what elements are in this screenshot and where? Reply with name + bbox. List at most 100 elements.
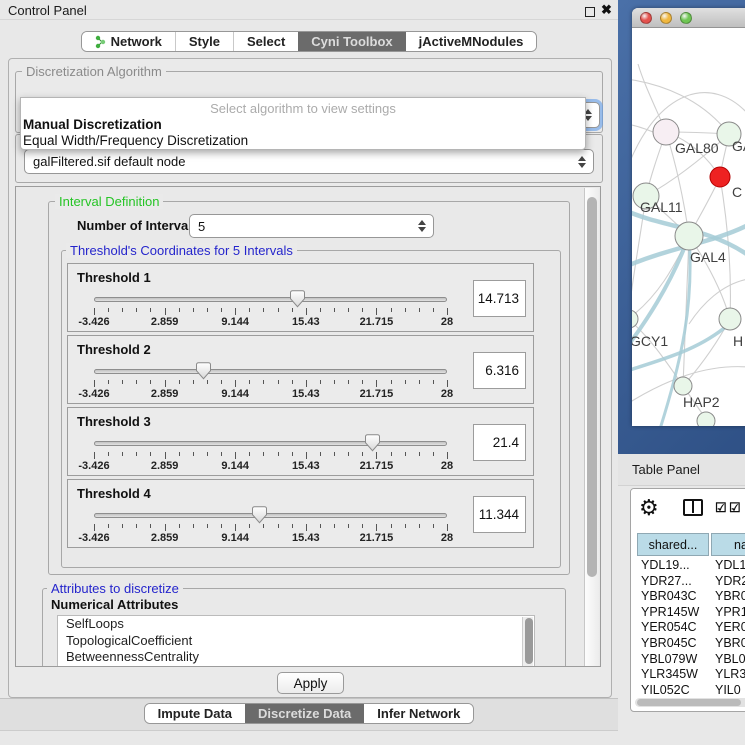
node-table: ⚙ ☑ ☑ shared... na YDL19...YDL1YDR27...Y… [630,488,745,712]
table-row[interactable]: YDR27...YDR2 [631,574,745,590]
slider-thumb[interactable] [290,290,305,308]
table-data-combo[interactable]: galFiltered.sif default node [24,149,594,174]
table-cell: YLR345W [641,667,713,683]
network-node[interactable] [675,222,703,250]
threshold-value-field[interactable]: 14.713 [473,280,526,317]
attributes-scrollbar[interactable] [522,617,533,667]
attribute-item[interactable]: TopologicalCoefficient [58,633,534,650]
table-row[interactable]: YDL19...YDL1 [631,558,745,574]
slider-tick [263,452,264,456]
network-edge[interactable] [720,177,730,319]
node-label: C [732,184,742,200]
number-of-intervals-label: Number of Intervals [77,218,199,233]
attribute-item[interactable]: SelfLoops [58,616,534,633]
table-cell: YPR145W [641,605,713,621]
table-row[interactable]: YIL052CYIL0 [631,683,745,699]
table-row[interactable]: YPR145WYPR1 [631,605,745,621]
scrollbar-thumb[interactable] [637,699,741,706]
table-row[interactable]: YLR345WYLR3 [631,667,745,683]
tab-discretize-data[interactable]: Discretize Data [245,704,364,723]
network-node[interactable] [674,377,692,395]
control-panel-titlebar: Control Panel [0,0,618,20]
threshold-slider[interactable]: -3.4262.8599.14415.4321.71528 [94,336,447,405]
slider-tick-label: 9.144 [221,532,249,544]
threshold-slider[interactable]: -3.4262.8599.14415.4321.71528 [94,264,447,333]
dropdown-option-manual[interactable]: Manual Discretization [21,116,585,132]
slider-tick [419,524,420,528]
slider-tick [278,308,279,312]
network-node[interactable] [710,167,730,187]
float-window-icon[interactable] [585,7,595,17]
attribute-item[interactable]: BetweennessCentrality [58,649,534,666]
slider-thumb[interactable] [196,362,211,380]
tab-label: Infer Network [377,706,460,721]
tab-infer-network[interactable]: Infer Network [364,704,473,723]
close-icon[interactable]: ✖ [601,2,612,18]
top-tab-pill: Network Style Select Cyni ToolboxjActiveMNo… [81,31,538,52]
tab-label: Select [247,34,285,49]
mac-minimize-button[interactable] [660,12,672,24]
network-canvas[interactable]: GAL80GACGAL11GAL4GCY1HHAP2 [632,29,745,426]
slider-tick-label: 15.43 [292,460,320,472]
node-label: GAL11 [640,199,683,215]
checkbox-icon[interactable]: ☑ [715,500,727,516]
table-row[interactable]: YBR043CYBR0 [631,589,745,605]
tab-impute-data[interactable]: Impute Data [145,704,245,723]
threshold-value-field[interactable]: 21.4 [473,424,526,461]
mac-zoom-button[interactable] [680,12,692,24]
threshold-value-field[interactable]: 6.316 [473,352,526,389]
table-row[interactable]: YBL079WYBL0 [631,652,745,668]
tab-select[interactable]: Select [233,32,298,51]
horizontal-scrollbar[interactable] [635,698,745,707]
slider-tick [122,524,123,528]
slider-track[interactable] [94,369,447,374]
slider-tick [221,452,222,456]
network-node[interactable] [632,310,638,328]
threshold-slider[interactable]: -3.4262.8599.14415.4321.71528 [94,480,447,549]
split-table-icon[interactable] [683,499,703,516]
tab-style[interactable]: Style [175,32,233,51]
table-row[interactable]: YER054CYER0 [631,620,745,636]
slider-track[interactable] [94,297,447,302]
slider-tick [306,452,307,459]
number-of-intervals-combo[interactable]: 5 [189,214,434,238]
tab-cyni-toolbox[interactable]: Cyni Toolbox [298,32,405,51]
network-node[interactable] [719,308,741,330]
slider-track[interactable] [94,441,447,446]
slider-tick [433,380,434,384]
table-row[interactable]: YBR045CYBR0 [631,636,745,652]
table-cell: YIL052C [641,683,713,699]
checkbox-icon[interactable]: ☑ [729,500,741,516]
apply-button[interactable]: Apply [277,672,344,694]
numerical-attributes-list[interactable]: SelfLoopsTopologicalCoefficientBetweenne… [57,615,535,667]
column-header[interactable]: na [711,533,745,556]
tab-network[interactable]: Network [82,32,175,51]
tab-label: Network [111,34,162,49]
network-graph: GAL80GACGAL11GAL4GCY1HHAP2 [632,29,745,426]
threshold-value-field[interactable]: 11.344 [473,496,526,533]
vertical-scrollbar[interactable] [584,188,599,667]
dropdown-option-equal-width[interactable]: Equal Width/Frequency Discretization [21,132,585,148]
slider-tick [376,308,377,315]
scrollbar-thumb[interactable] [525,618,533,664]
slider-thumb[interactable] [365,434,380,452]
node-label: GAL80 [675,140,719,156]
network-node[interactable] [697,412,715,426]
column-header[interactable]: shared... [637,533,709,556]
slider-tick-label: 2.859 [151,460,179,472]
scrollbar-thumb[interactable] [587,197,597,577]
slider-thumb[interactable] [252,506,267,524]
tab-jactivemnodules[interactable]: jActiveMNodules [406,32,537,51]
slider-tick [150,380,151,384]
combo-value: 5 [198,219,205,234]
table-cell: YBR045C [641,636,713,652]
stepper-icon [578,156,587,168]
gear-icon[interactable]: ⚙ [639,495,659,521]
slider-tick [207,380,208,384]
table-cell: YER0 [715,620,745,636]
mac-close-button[interactable] [640,12,652,24]
slider-tick-label: 15.43 [292,316,320,328]
slider-track[interactable] [94,513,447,518]
threshold-slider[interactable]: -3.4262.8599.14415.4321.71528 [94,408,447,477]
slider-tick [391,524,392,528]
